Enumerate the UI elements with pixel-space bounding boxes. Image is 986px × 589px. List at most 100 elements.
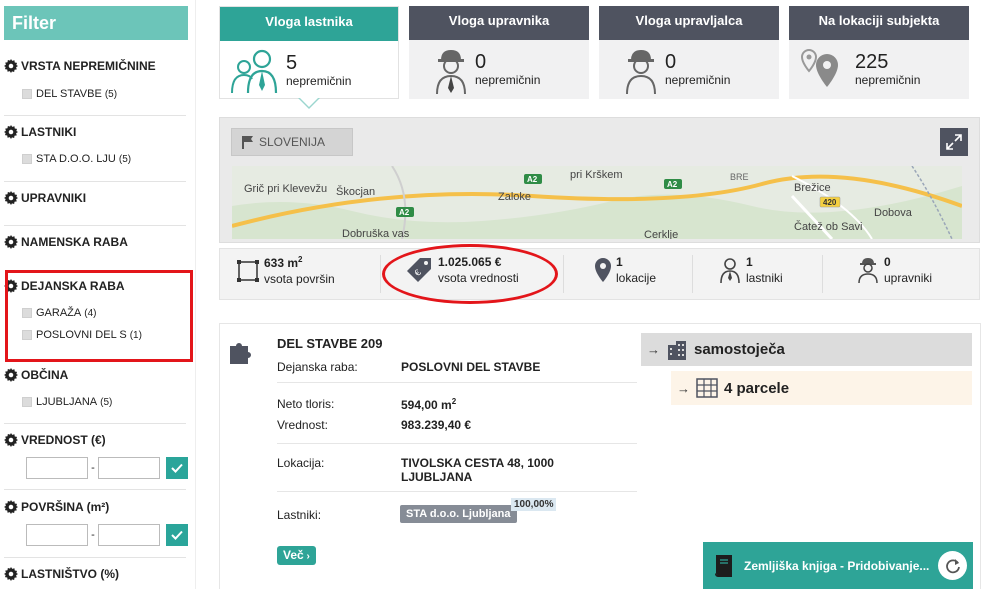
range-dash: - xyxy=(91,529,95,541)
filter-section-label: UPRAVNIKI xyxy=(21,191,87,205)
row-value: 594,00 m2 xyxy=(401,397,456,412)
stat-value-text: 633 m xyxy=(264,256,299,270)
refresh-button[interactable] xyxy=(938,551,967,580)
map-label: Zaloke xyxy=(498,191,531,203)
role-card-lastnik[interactable]: Vloga lastnika 5 nepremičnin xyxy=(219,6,399,99)
filter-section-vrednost[interactable]: VREDNOST (€) xyxy=(4,433,106,447)
role-card-title: Vloga upravnika xyxy=(409,6,589,40)
map-road-label: A2 xyxy=(399,208,410,217)
row-label: Dejanska raba: xyxy=(277,360,358,374)
vrednost-min-input[interactable] xyxy=(26,457,88,479)
map-label: Škocjan xyxy=(336,185,375,198)
arrow-right-icon: → xyxy=(677,380,690,396)
role-card-title: Vloga lastnika xyxy=(220,7,398,41)
filter-item-count: (5) xyxy=(104,88,118,100)
parcels-row[interactable]: → 4 parcele xyxy=(671,371,972,405)
gear-icon xyxy=(4,433,18,447)
divider xyxy=(277,443,637,444)
owner-percentage: 100,00% xyxy=(511,498,557,511)
filter-section-obcina[interactable]: OBČINA xyxy=(4,368,68,382)
stat-value: 1 xyxy=(616,255,623,269)
stats-bar: 633 m2 vsota površin € 1.025.065 € vsota… xyxy=(219,248,980,300)
checkmark-icon xyxy=(171,463,183,473)
more-button[interactable]: Več › xyxy=(277,546,316,565)
divider xyxy=(277,382,637,383)
divider xyxy=(277,491,637,492)
location-pin-icon xyxy=(595,258,611,282)
role-card-upravljalec[interactable]: Vloga upravljalca 0 nepremičnin xyxy=(599,6,779,99)
row-value-line2: LJUBLJANA xyxy=(401,470,473,484)
stat-area: 633 m2 vsota površin xyxy=(236,255,335,286)
chevron-right-icon: › xyxy=(303,551,310,562)
povrsina-min-input[interactable] xyxy=(26,524,88,546)
stat-value-sup: 2 xyxy=(298,255,303,264)
filter-item-count: (5) xyxy=(118,153,132,165)
role-card-upravnik[interactable]: Vloga upravnika 0 nepremičnin xyxy=(409,6,589,99)
divider xyxy=(563,255,564,293)
filter-item-del-stavbe[interactable]: DEL STAVBE (5) xyxy=(22,88,117,100)
filter-section-label: NAMENSKA RABA xyxy=(21,235,128,249)
stat-label: upravniki xyxy=(884,271,933,285)
gear-icon xyxy=(4,125,18,139)
vrednost-apply-button[interactable] xyxy=(166,457,188,479)
range-dash: - xyxy=(91,462,95,474)
filter-section-namenska-raba[interactable]: NAMENSKA RABA xyxy=(4,235,128,249)
slovenija-button[interactable]: SLOVENIJA xyxy=(231,128,353,156)
stat-locations: 1 lokacije xyxy=(594,255,656,285)
role-card-label: nepremičnin xyxy=(475,73,541,87)
row-label: Lastniki: xyxy=(277,508,322,522)
povrsina-max-input[interactable] xyxy=(98,524,160,546)
checkbox[interactable] xyxy=(22,89,32,99)
divider xyxy=(822,255,823,293)
land-registry-bar[interactable]: Zemljiška knjiga - Pridobivanje... xyxy=(703,542,973,589)
map-road-label: 420 xyxy=(823,198,837,207)
map-road-label: A2 xyxy=(527,175,538,184)
vrednost-max-input[interactable] xyxy=(98,457,160,479)
stat-value: 1 xyxy=(746,255,753,269)
building-icon xyxy=(668,340,686,360)
divider xyxy=(4,423,186,424)
expand-icon xyxy=(946,134,962,150)
filter-sidebar: Filter VRSTA NEPREMIČNINE DEL STAVBE (5)… xyxy=(0,0,196,589)
role-card-number: 0 xyxy=(475,51,487,73)
owner-badge[interactable]: STA d.o.o. Ljubljana xyxy=(400,505,517,523)
role-card-label: nepremičnin xyxy=(855,73,921,87)
filter-section-povrsina[interactable]: POVRŠINA (m²) xyxy=(4,500,109,514)
active-card-pointer-fill xyxy=(300,98,318,107)
filter-section-vrsta-nepremicnine[interactable]: VRSTA NEPREMIČNINE xyxy=(4,59,156,73)
row-value-text: 594,00 m xyxy=(401,398,452,412)
filter-item-ljubljana[interactable]: LJUBLJANA (5) xyxy=(22,396,112,408)
map-view[interactable]: Grič pri Klevevžu Škocjan Zaloke pri Krš… xyxy=(232,166,962,239)
role-card-number: 5 xyxy=(286,52,298,74)
land-registry-label: Zemljiška knjiga - Pridobivanje... xyxy=(744,558,930,573)
building-type-row[interactable]: → samostoječa xyxy=(641,333,972,366)
property-title: DEL STAVBE 209 xyxy=(277,336,383,351)
povrsina-apply-button[interactable] xyxy=(166,524,188,546)
filter-section-upravniki[interactable]: UPRAVNIKI xyxy=(4,191,86,205)
stat-value: 0 xyxy=(884,255,891,269)
filter-item-sta[interactable]: STA D.O.O. LJU (5) xyxy=(22,153,131,165)
filter-section-label: VREDNOST (€) xyxy=(21,433,106,447)
checkbox[interactable] xyxy=(22,397,32,407)
divider xyxy=(4,181,186,182)
filter-item-label: DEL STAVBE xyxy=(36,88,102,100)
gear-icon xyxy=(4,368,18,382)
flag-icon xyxy=(242,136,253,149)
filter-section-lastniki[interactable]: LASTNIKI xyxy=(4,125,76,139)
expand-map-button[interactable] xyxy=(940,128,968,156)
map-label: Dobova xyxy=(874,207,913,219)
filter-item-label: LJUBLJANA xyxy=(36,396,98,408)
owner-group-icon xyxy=(231,49,278,94)
filter-section-label: LASTNIKI xyxy=(21,125,77,139)
filter-section-label: OBČINA xyxy=(21,368,69,382)
map-panel: SLOVENIJA Grič pri Klevevžu Škocjan Zalo… xyxy=(219,117,980,243)
gear-icon xyxy=(4,567,18,581)
role-card-lokacija[interactable]: Na lokaciji subjekta 225 nepremičnin xyxy=(789,6,969,99)
checkmark-icon xyxy=(171,530,183,540)
refresh-icon xyxy=(945,558,960,573)
filter-section-lastnistvo[interactable]: LASTNIŠTVO (%) xyxy=(4,567,119,581)
role-card-label: nepremičnin xyxy=(286,74,352,88)
manager-icon xyxy=(858,258,878,284)
checkbox[interactable] xyxy=(22,154,32,164)
manager-helmet-icon xyxy=(436,50,466,95)
